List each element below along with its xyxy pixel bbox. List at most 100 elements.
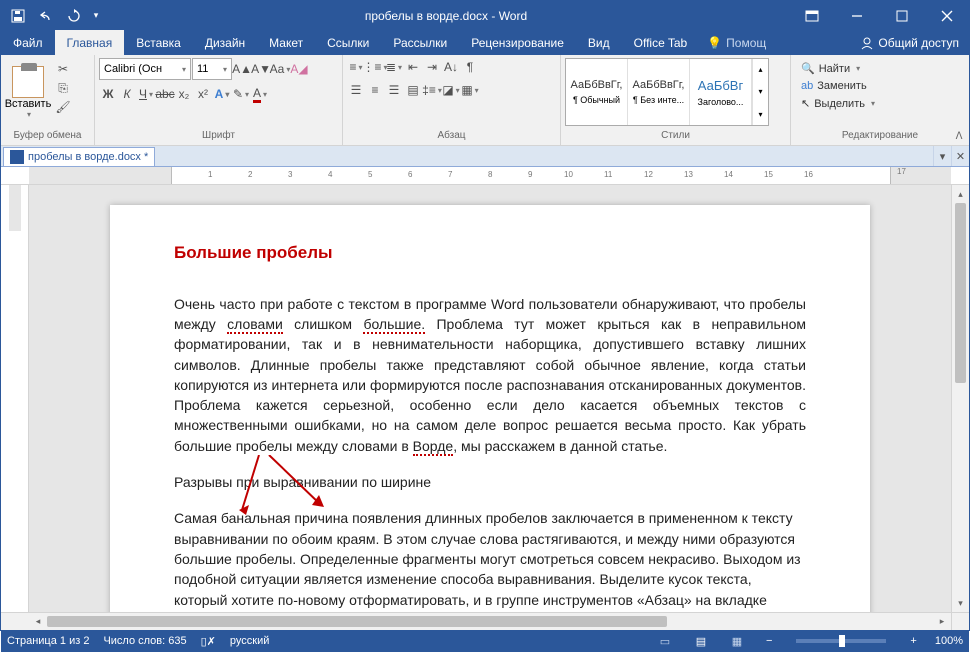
zoom-in-icon[interactable]: + [906,635,920,647]
tab-close-icon[interactable]: ✕ [951,146,969,166]
zoom-out-icon[interactable]: − [762,635,776,647]
bold-icon[interactable]: Ж [99,85,117,103]
tell-me[interactable]: 💡Помощ [699,30,774,55]
tab-review[interactable]: Рецензирование [459,30,576,55]
vertical-ruler[interactable] [1,185,29,612]
zoom-level[interactable]: 100% [935,635,963,647]
styles-gallery[interactable]: АаБбВвГг,¶ Обычный АаБбВвГг,¶ Без инте..… [565,58,769,126]
font-size-combo[interactable]: 11▾ [192,58,232,80]
justify-icon[interactable]: ▤ [404,81,422,99]
shading-icon[interactable]: ◪▾ [442,81,460,99]
subscript-icon[interactable]: x₂ [175,85,193,103]
status-words[interactable]: Число слов: 635 [103,635,186,647]
multilevel-icon[interactable]: ≣▾ [385,58,403,76]
tab-home[interactable]: Главная [55,30,125,55]
document-tab[interactable]: пробелы в ворде.docx * [3,147,155,166]
group-paragraph: Абзац [347,130,556,145]
strike-icon[interactable]: abc [156,85,174,103]
font-color-icon[interactable]: A▾ [251,85,269,103]
change-case-icon[interactable]: Aa▾ [271,60,289,78]
clipboard-icon [12,66,44,98]
vertical-scrollbar[interactable]: ▴ ▾ [951,185,969,612]
word-doc-icon [10,150,24,164]
paste-button[interactable]: Вставить ▾ [5,58,51,126]
scroll-right-icon[interactable]: ▸ [933,613,951,630]
shrink-font-icon[interactable]: A▼ [252,60,270,78]
doc-paragraph: Разрывы при выравнивании по ширине [174,472,806,492]
undo-icon[interactable] [33,1,59,30]
tab-design[interactable]: Дизайн [193,30,257,55]
redo-icon[interactable] [61,1,87,30]
scroll-down-icon[interactable]: ▾ [952,594,969,612]
tab-file[interactable]: Файл [1,30,55,55]
horizontal-scrollbar[interactable]: ◂ ▸ [29,612,951,630]
cut-icon[interactable]: ✂ [54,60,72,78]
tab-mailings[interactable]: Рассылки [381,30,459,55]
document-area[interactable]: Большие пробелы Очень часто при работе с… [29,185,951,612]
horizontal-ruler[interactable]: 12345678910111213141516 17 [1,167,969,185]
qat-customize-icon[interactable]: ▾ [89,1,103,30]
highlight-icon[interactable]: ✎▾ [232,85,250,103]
maximize-icon[interactable] [879,1,924,30]
tab-references[interactable]: Ссылки [315,30,381,55]
status-language[interactable]: русский [230,635,269,647]
close-icon[interactable] [924,1,969,30]
select-button[interactable]: ↖Выделить▾ [797,95,879,112]
borders-icon[interactable]: ▦▾ [461,81,479,99]
text-effects-icon[interactable]: A▾ [213,85,231,103]
scroll-thumb-h[interactable] [47,616,667,627]
doc-paragraph: Самая банальная причина появления длинны… [174,508,806,612]
tab-insert[interactable]: Вставка [124,30,193,55]
status-page[interactable]: Страница 1 из 2 [7,635,89,647]
save-icon[interactable] [5,1,31,30]
tab-dropdown-icon[interactable]: ▾ [933,146,951,166]
zoom-slider[interactable] [796,639,886,643]
select-icon: ↖ [801,97,810,110]
minimize-icon[interactable] [834,1,879,30]
style-heading1[interactable]: АаБбВгЗаголово... [690,59,752,125]
doc-paragraph: Очень часто при работе с текстом в прогр… [174,294,806,456]
group-font: Шрифт [99,130,338,145]
styles-down-icon[interactable]: ▾ [753,81,768,102]
group-editing: Редактирование [795,130,965,145]
find-button[interactable]: 🔍Найти▾ [797,60,879,77]
view-read-icon[interactable]: ▭ [654,632,676,650]
scroll-up-icon[interactable]: ▴ [952,185,969,203]
view-print-icon[interactable]: ▤ [690,632,712,650]
replace-button[interactable]: abЗаменить [797,78,879,94]
ribbon-options-icon[interactable] [789,1,834,30]
align-right-icon[interactable]: ☰ [385,81,403,99]
replace-icon: ab [801,80,813,92]
clear-format-icon[interactable]: A◢ [290,60,308,78]
status-proofing-icon[interactable]: ▯✗ [201,635,216,648]
scroll-thumb[interactable] [955,203,966,383]
collapse-ribbon-icon[interactable]: ᐱ [951,129,967,143]
share-button[interactable]: Общий доступ [850,30,969,55]
sort-icon[interactable]: A↓ [442,58,460,76]
underline-icon[interactable]: Ч▾ [137,85,155,103]
increase-indent-icon[interactable]: ⇥ [423,58,441,76]
align-left-icon[interactable]: ☰ [347,81,365,99]
align-center-icon[interactable]: ≡ [366,81,384,99]
italic-icon[interactable]: К [118,85,136,103]
superscript-icon[interactable]: x² [194,85,212,103]
group-styles: Стили [565,130,786,145]
styles-more-icon[interactable]: ▾ [753,104,768,125]
line-spacing-icon[interactable]: ‡≡▾ [423,81,441,99]
font-name-combo[interactable]: Calibri (Осн▾ [99,58,191,80]
format-painter-icon[interactable]: 🖌 [54,98,72,116]
style-nospacing[interactable]: АаБбВвГг,¶ Без инте... [628,59,690,125]
show-marks-icon[interactable]: ¶ [461,58,479,76]
grow-font-icon[interactable]: A▲ [233,60,251,78]
copy-icon[interactable]: ⎘ [54,79,72,97]
tab-view[interactable]: Вид [576,30,622,55]
decrease-indent-icon[interactable]: ⇤ [404,58,422,76]
window-title: пробелы в ворде.docx - Word [103,9,789,23]
style-normal[interactable]: АаБбВвГг,¶ Обычный [566,59,628,125]
tab-layout[interactable]: Макет [257,30,315,55]
scroll-left-icon[interactable]: ◂ [29,613,47,630]
numbering-icon[interactable]: ⋮≡▾ [366,58,384,76]
tab-officetab[interactable]: Office Tab [622,30,700,55]
view-web-icon[interactable]: ▦ [726,632,748,650]
styles-up-icon[interactable]: ▴ [753,59,768,80]
